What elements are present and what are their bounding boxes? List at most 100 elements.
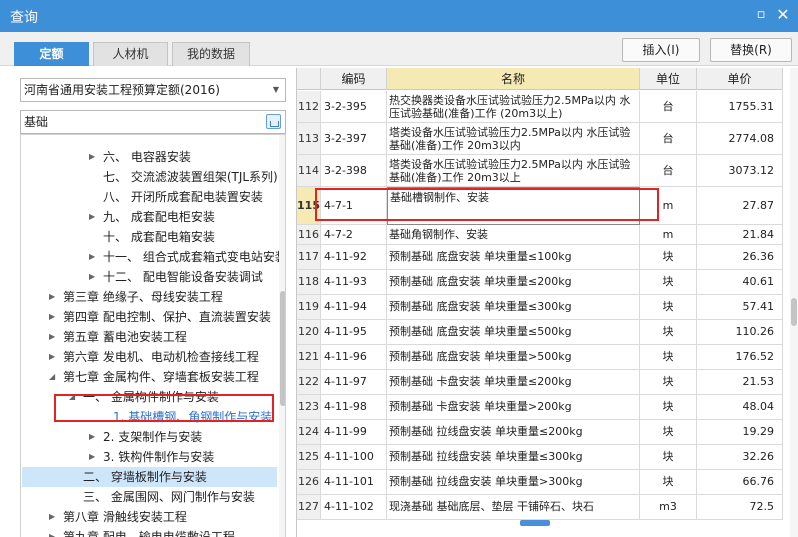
cell-code[interactable]: 3-2-398 [321,155,387,187]
cell-price[interactable]: 110.26 [697,320,783,345]
cell-price[interactable]: 21.84 [697,225,783,245]
cell-num[interactable]: 116 [297,225,321,245]
cell-price[interactable]: 32.26 [697,445,783,470]
tree-node[interactable]: ▶ 第五章 蓄电池安装工程 [49,327,187,347]
cell-name[interactable]: 预制基础 底盘安装 单块重量≤500kg [387,320,640,345]
cell-price[interactable]: 19.29 [697,420,783,445]
close-icon[interactable]: ✕ [776,7,790,23]
cell-name[interactable]: 预制基础 卡盘安装 单块重量>200kg [387,395,640,420]
table-scrollbar[interactable] [790,68,798,537]
cell-num[interactable]: 114 [297,155,321,187]
cell-name[interactable]: 塔类设备水压试验试验压力2.5MPa以内 水压试验基础(准备)工作 20m3以内 [387,123,640,155]
cell-name[interactable]: 塔类设备水压试验试验压力2.5MPa以内 水压试验基础(准备)工作 20m3以上 [387,155,640,187]
cell-price[interactable]: 27.87 [697,187,783,225]
cell-num[interactable]: 127 [297,495,321,520]
cell-code[interactable]: 4-11-95 [321,320,387,345]
cell-name[interactable]: 预制基础 底盘安装 单块重量>500kg [387,345,640,370]
cell-num[interactable]: 112 [297,91,321,123]
quota-library-select[interactable]: 河南省通用安装工程预算定额(2016) ▼ [20,78,286,102]
expand-caret-icon[interactable]: ▶ [49,347,55,367]
tab-quota[interactable]: 定额 [14,42,89,66]
cell-unit[interactable]: 块 [640,370,697,395]
tree-node[interactable]: ▶ 第三章 绝缘子、母线安装工程 [49,287,223,307]
tree-node[interactable]: ▶ 九、 成套配电柜安装 [89,207,215,227]
cell-num[interactable]: 118 [297,270,321,295]
cell-unit[interactable]: 块 [640,395,697,420]
expand-caret-icon[interactable]: ▶ [89,147,95,167]
chevron-down-icon[interactable]: ▼ [273,79,279,101]
cell-num[interactable]: 119 [297,295,321,320]
cell-num[interactable]: 124 [297,420,321,445]
tree-node[interactable]: ▶ 六、 电容器安装 [89,147,191,167]
header-name[interactable]: 名称 [387,68,640,90]
header-price[interactable]: 单价 [697,68,783,90]
expand-caret-icon[interactable]: ◢ [49,367,55,387]
tree-node[interactable]: ▶ 2. 支架制作与安装 [89,427,202,447]
header-unit[interactable]: 单位 [640,68,697,90]
cell-price[interactable]: 176.52 [697,345,783,370]
tree-node[interactable]: ▶ 第九章 配电、输电电缆敷设工程 [49,527,235,537]
tree-node[interactable]: ▶ 第四章 配电控制、保护、直流装置安装 [49,307,271,327]
cell-name[interactable]: 预制基础 拉线盘安装 单块重量>300kg [387,470,640,495]
cell-num[interactable]: 126 [297,470,321,495]
tab-my-data[interactable]: 我的数据 [172,42,250,66]
cell-price[interactable]: 66.76 [697,470,783,495]
expand-caret-icon[interactable]: ▶ [49,507,55,527]
filter-icon[interactable] [266,114,281,129]
cell-name[interactable]: 预制基础 拉线盘安装 单块重量≤200kg [387,420,640,445]
cell-price[interactable]: 26.36 [697,245,783,270]
cell-num[interactable]: 123 [297,395,321,420]
cell-code[interactable]: 4-11-96 [321,345,387,370]
tab-labor-material-machine[interactable]: 人材机 [93,42,168,66]
cell-price[interactable]: 3073.12 [697,155,783,187]
cell-unit[interactable]: 块 [640,470,697,495]
cell-name[interactable]: 预制基础 卡盘安装 单块重量≤200kg [387,370,640,395]
cell-name[interactable]: 基础角钢制作、安装 [387,225,640,245]
cell-price[interactable]: 21.53 [697,370,783,395]
cell-code[interactable]: 4-11-100 [321,445,387,470]
cell-name[interactable]: 预制基础 底盘安装 单块重量≤200kg [387,270,640,295]
cell-unit[interactable]: 块 [640,320,697,345]
cell-price[interactable]: 72.5 [697,495,783,520]
expand-caret-icon[interactable]: ▶ [89,267,95,287]
tree-node[interactable]: ◢ 第七章 金属构件、穿墙套板安装工程 [49,367,259,387]
cell-price[interactable]: 48.04 [697,395,783,420]
maximize-icon[interactable]: ▫ [754,8,768,22]
tree-node[interactable]: ▶ 第六章 发电机、电动机检查接线工程 [49,347,259,367]
cell-name[interactable]: 现浇基础 基础底层、垫层 干铺碎石、块石 [387,495,640,520]
expand-caret-icon[interactable]: ▶ [49,527,55,537]
cell-num[interactable]: 125 [297,445,321,470]
cell-unit[interactable]: m3 [640,495,697,520]
cell-code[interactable]: 3-2-397 [321,123,387,155]
cell-unit[interactable]: 块 [640,270,697,295]
tree-node[interactable]: ▶ 3. 铁构件制作与安装 [89,447,214,467]
cell-num[interactable]: 122 [297,370,321,395]
cell-unit[interactable]: m [640,225,697,245]
tree-node[interactable]: ▶ 第八章 滑触线安装工程 [49,507,187,527]
cell-price[interactable]: 40.61 [697,270,783,295]
cell-code[interactable]: 4-11-94 [321,295,387,320]
tree-node[interactable]: ▶ 十二、 配电智能设备安装调试 [89,267,263,287]
tree-scrollbar[interactable] [279,135,285,537]
cell-code[interactable]: 3-2-395 [321,91,387,123]
cell-price[interactable]: 1755.31 [697,91,783,123]
cell-name[interactable]: 预制基础 拉线盘安装 单块重量≤300kg [387,445,640,470]
cell-code[interactable]: 4-11-93 [321,270,387,295]
expand-caret-icon[interactable]: ▶ [49,287,55,307]
cell-num[interactable]: 120 [297,320,321,345]
cell-price[interactable]: 57.41 [697,295,783,320]
replace-button[interactable]: 替换(R) [710,38,792,62]
cell-num[interactable]: 121 [297,345,321,370]
cell-name[interactable]: 预制基础 底盘安装 单块重量≤300kg [387,295,640,320]
cell-unit[interactable]: 台 [640,123,697,155]
search-input[interactable]: 基础 [20,110,286,134]
cell-num[interactable]: 113 [297,123,321,155]
expand-caret-icon[interactable]: ▶ [89,207,95,227]
expand-caret-icon[interactable]: ▶ [89,247,95,267]
cell-unit[interactable]: 块 [640,295,697,320]
splitter-handle[interactable] [520,520,550,526]
cell-unit[interactable]: 块 [640,420,697,445]
expand-caret-icon[interactable]: ▶ [49,307,55,327]
cell-unit[interactable]: 块 [640,445,697,470]
tree-node[interactable]: 十、 成套配电箱安装 [103,227,215,247]
